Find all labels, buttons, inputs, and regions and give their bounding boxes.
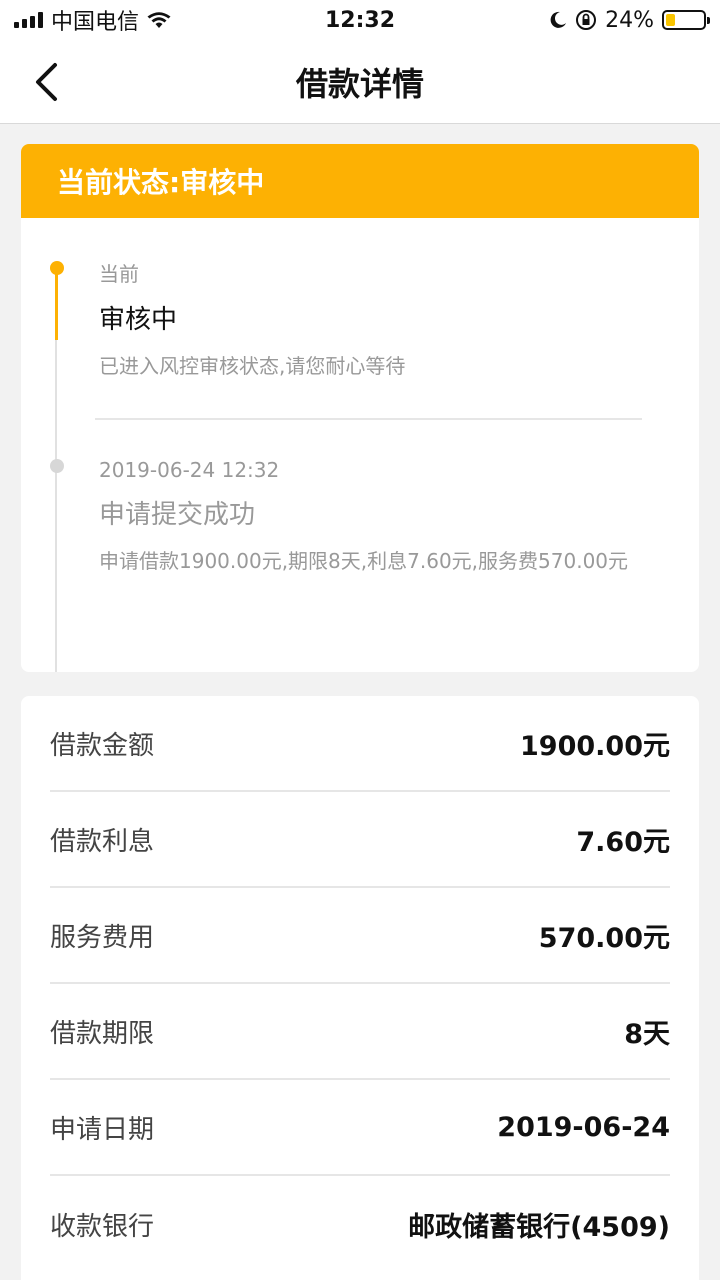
- detail-value: 2019-06-24: [497, 1111, 670, 1143]
- detail-label: 借款利息: [50, 826, 155, 857]
- detail-label: 申请日期: [50, 1114, 155, 1145]
- timeline-dot-current: [50, 261, 64, 275]
- detail-row-bank: 收款银行 邮政储蓄银行(4509): [50, 1176, 670, 1272]
- status-bar: 中国电信 12:32 24%: [0, 0, 720, 40]
- timeline-track-lower: [55, 340, 57, 672]
- battery-icon: [662, 10, 710, 30]
- status-timeline: 当前 审核中 已进入风控审核状态,请您耐心等待 2019-06-24 12:32…: [21, 218, 699, 672]
- timeline-item-past: 2019-06-24 12:32 申请提交成功 申请借款1900.00元,期限8…: [99, 458, 659, 575]
- nav-bar: 借款详情: [0, 40, 720, 124]
- timeline-past-time: 2019-06-24 12:32: [99, 458, 280, 482]
- timeline-past-title: 申请提交成功: [99, 500, 256, 530]
- status-bar-right: 24%: [549, 7, 710, 33]
- detail-label: 借款金额: [50, 730, 155, 761]
- timeline-current-label: 当前: [99, 262, 139, 286]
- detail-label: 服务费用: [50, 922, 155, 953]
- loan-detail-card: 借款金额 1900.00元 借款利息 7.60元 服务费用 570.00元 借款…: [21, 696, 699, 1280]
- rotation-lock-icon: [576, 10, 597, 30]
- page-title: 借款详情: [295, 64, 424, 103]
- detail-value: 8天: [624, 1018, 670, 1050]
- status-card: 当前状态:审核中 当前 审核中 已进入风控审核状态,请您耐心等待 2019-06…: [21, 144, 699, 672]
- battery-percent: 24%: [605, 7, 654, 33]
- chevron-left-icon: [36, 63, 57, 101]
- timeline-active-segment: [55, 268, 58, 340]
- timeline-item-current: 当前 审核中 已进入风控审核状态,请您耐心等待: [99, 258, 659, 380]
- timeline-current-title: 审核中: [99, 305, 178, 335]
- detail-row-interest: 借款利息 7.60元: [50, 792, 670, 888]
- detail-value: 7.60元: [576, 826, 670, 858]
- detail-value: 1900.00元: [520, 730, 670, 762]
- detail-row-service-fee: 服务费用 570.00元: [50, 888, 670, 984]
- timeline-divider: [95, 418, 642, 420]
- wifi-icon: [147, 12, 171, 28]
- timeline-dot-past: [50, 459, 64, 473]
- detail-row-apply-date: 申请日期 2019-06-24: [50, 1080, 670, 1176]
- timeline-past-desc: 申请借款1900.00元,期限8天,利息7.60元,服务费570.00元: [99, 549, 629, 573]
- moon-icon: [550, 11, 567, 28]
- detail-row-term: 借款期限 8天: [50, 984, 670, 1080]
- timeline-current-desc: 已进入风控审核状态,请您耐心等待: [99, 354, 406, 378]
- signal-icon: [14, 12, 43, 28]
- detail-label: 收款银行: [50, 1211, 155, 1242]
- battery-level: [666, 14, 675, 26]
- detail-row-amount: 借款金额 1900.00元: [50, 696, 670, 792]
- status-bar-left: 中国电信: [14, 4, 171, 36]
- detail-value: 邮政储蓄银行(4509): [408, 1211, 670, 1243]
- detail-value: 570.00元: [538, 922, 670, 954]
- back-button[interactable]: [22, 58, 70, 106]
- status-header: 当前状态:审核中: [21, 144, 699, 218]
- carrier-name: 中国电信: [51, 10, 140, 35]
- detail-label: 借款期限: [50, 1018, 155, 1049]
